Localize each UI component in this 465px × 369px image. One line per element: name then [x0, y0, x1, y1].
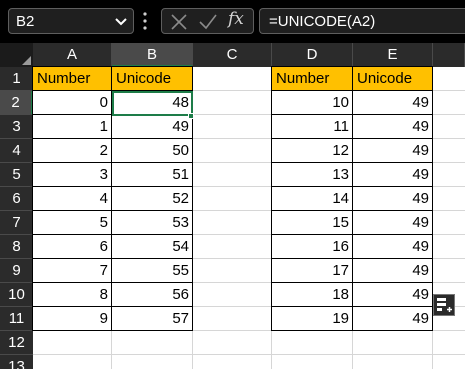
table-cell[interactable]: 7	[33, 259, 112, 283]
select-all-corner[interactable]	[0, 43, 33, 67]
table-header-cell[interactable]: Number	[272, 67, 352, 90]
table-cell[interactable]: 2	[33, 139, 112, 163]
name-box-value[interactable]: B2	[16, 13, 34, 30]
table-cell[interactable]: 4	[33, 187, 112, 211]
name-box[interactable]: B2	[8, 8, 134, 34]
column-header-b[interactable]: B	[112, 43, 193, 67]
table-cell[interactable]: 18	[272, 283, 353, 307]
row-header-5[interactable]: 5	[0, 163, 33, 187]
spreadsheet-grid[interactable]: A B C D E 1 2 3 4 5 6 7 8 9 10 11 12 13 Number Unicode 0 48 1 4…	[0, 43, 465, 369]
table-cell[interactable]: 12	[272, 139, 353, 163]
row-header-11[interactable]: 11	[0, 307, 33, 331]
table-header-cell[interactable]: Number	[33, 67, 111, 90]
table-border	[32, 306, 193, 307]
row-header-13[interactable]: 13	[0, 355, 33, 369]
table-border	[32, 330, 193, 331]
more-options-icon[interactable]	[142, 11, 148, 31]
table-border	[271, 66, 272, 331]
formula-buttons: fx	[161, 8, 254, 34]
table-border	[432, 66, 433, 331]
row-header-12[interactable]: 12	[0, 331, 33, 355]
table-border	[32, 66, 193, 67]
table-cell[interactable]: 49	[353, 211, 433, 235]
table-cell[interactable]: 53	[112, 211, 193, 235]
fill-handle[interactable]	[188, 113, 194, 119]
quick-analysis-button[interactable]	[433, 294, 455, 316]
row-header-9[interactable]: 9	[0, 259, 33, 283]
table-cell[interactable]: 49	[353, 187, 433, 211]
table-cell[interactable]: 57	[112, 307, 193, 331]
table-cell[interactable]: 51	[112, 163, 193, 187]
table-cell[interactable]: 49	[353, 163, 433, 187]
enter-icon[interactable]	[198, 12, 218, 32]
table-cell[interactable]: 49	[353, 91, 433, 115]
row-header-2[interactable]: 2	[0, 91, 33, 115]
row-header-4[interactable]: 4	[0, 139, 33, 163]
table-cell[interactable]: 8	[33, 283, 112, 307]
column-header-c[interactable]: C	[193, 43, 272, 67]
table-border	[352, 66, 353, 331]
table-border	[32, 66, 33, 331]
table-cell[interactable]: 55	[112, 259, 193, 283]
table-border	[32, 162, 193, 163]
cancel-icon[interactable]	[170, 12, 188, 32]
table-cell[interactable]: 52	[112, 187, 193, 211]
table-cell[interactable]: 49	[353, 307, 433, 331]
table-cell[interactable]: 15	[272, 211, 353, 235]
table-cell[interactable]: 19	[272, 307, 353, 331]
formula-input[interactable]: =UNICODE(A2)	[259, 8, 465, 34]
table-cell[interactable]: 49	[353, 139, 433, 163]
row-header-1[interactable]: 1	[0, 67, 33, 91]
table-border	[32, 282, 193, 283]
column-header-e[interactable]: E	[353, 43, 433, 67]
table-border	[32, 258, 193, 259]
formula-text[interactable]: =UNICODE(A2)	[269, 13, 375, 30]
table-cell[interactable]: 3	[33, 163, 112, 187]
row-header-6[interactable]: 6	[0, 187, 33, 211]
column-header-f[interactable]	[433, 43, 465, 67]
row-header-3[interactable]: 3	[0, 115, 33, 139]
table-cell[interactable]: 49	[353, 283, 433, 307]
table-cell[interactable]: 49	[112, 115, 193, 139]
chevron-down-icon[interactable]	[115, 17, 127, 27]
table-cell[interactable]: 56	[112, 283, 193, 307]
table-cell[interactable]: 6	[33, 235, 112, 259]
quick-analysis-icon	[437, 298, 452, 312]
gridline-horizontal	[33, 354, 465, 355]
table-cell[interactable]: 50	[112, 139, 193, 163]
active-cell-b2[interactable]	[112, 91, 193, 116]
table-cell[interactable]: 0	[33, 91, 112, 115]
table-cell[interactable]: 54	[112, 235, 193, 259]
row-header-10[interactable]: 10	[0, 283, 33, 307]
row-header-7[interactable]: 7	[0, 211, 33, 235]
table-cell[interactable]: 49	[353, 259, 433, 283]
table-cell[interactable]: 13	[272, 163, 353, 187]
table-border	[32, 234, 193, 235]
table-cell[interactable]: 9	[33, 307, 112, 331]
table-cell[interactable]: 1	[33, 115, 112, 139]
table-cell[interactable]: 17	[272, 259, 353, 283]
column-header-d[interactable]: D	[272, 43, 353, 67]
table-header-cell[interactable]: Unicode	[112, 67, 192, 90]
insert-function-button[interactable]: fx	[228, 9, 244, 29]
table-cell[interactable]: 14	[272, 187, 353, 211]
column-header-a[interactable]: A	[33, 43, 112, 67]
table-cell[interactable]: 16	[272, 235, 353, 259]
table-cell[interactable]: 5	[33, 211, 112, 235]
table-cell[interactable]: 49	[353, 235, 433, 259]
table-border	[32, 138, 193, 139]
row-header-8[interactable]: 8	[0, 235, 33, 259]
select-all-icon	[22, 56, 31, 65]
table-border	[32, 210, 193, 211]
table-border	[32, 186, 193, 187]
table-header-cell[interactable]: Unicode	[353, 67, 432, 90]
table-cell[interactable]: 49	[353, 115, 433, 139]
table-cell[interactable]: 10	[272, 91, 353, 115]
formula-bar: B2 fx =UNICODE(A2)	[0, 0, 465, 43]
table-cell[interactable]: 11	[272, 115, 353, 139]
